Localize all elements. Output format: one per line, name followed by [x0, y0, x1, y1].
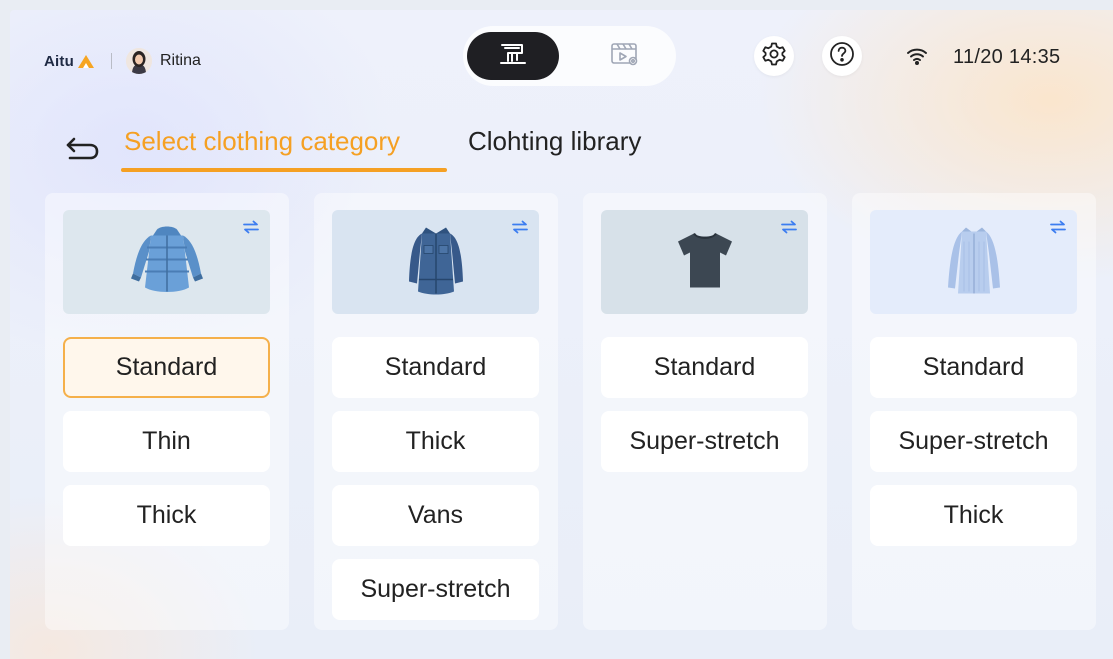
category-card: Standard Thick Vans Super-stretch	[314, 193, 558, 630]
option-standard[interactable]: Standard	[332, 337, 539, 398]
app-screen: Aitu Ritina 11/20 14:35 Select clothing …	[10, 10, 1113, 659]
settings-button[interactable]	[754, 36, 794, 76]
t-shirt-image	[670, 228, 740, 297]
help-button[interactable]	[822, 36, 862, 76]
category-card: Standard Super-stretch Thick	[852, 193, 1096, 630]
option-thick[interactable]: Thick	[870, 485, 1077, 546]
tab-clothing-library[interactable]: Clohting library	[468, 126, 641, 157]
active-tab-indicator	[121, 168, 447, 172]
shirt-image	[942, 222, 1006, 303]
swap-icon[interactable]	[780, 220, 798, 234]
option-standard[interactable]: Standard	[870, 337, 1077, 398]
tab-select-clothing-category[interactable]: Select clothing category	[124, 126, 400, 157]
swap-icon[interactable]	[1049, 220, 1067, 234]
denim-jacket-image	[404, 222, 468, 303]
garment-thumbnail[interactable]	[870, 210, 1077, 314]
back-arrow-icon	[62, 137, 102, 168]
option-super-stretch[interactable]: Super-stretch	[601, 411, 808, 472]
avatar[interactable]	[125, 48, 152, 74]
option-super-stretch[interactable]: Super-stretch	[332, 559, 539, 620]
username: Ritina	[159, 52, 201, 69]
brand-logo-text: Aitu	[44, 52, 74, 70]
wifi-icon	[906, 47, 928, 65]
option-standard[interactable]: Standard	[601, 337, 808, 398]
help-icon	[829, 41, 855, 72]
puffer-jacket-image	[127, 222, 207, 303]
back-button[interactable]	[62, 132, 102, 164]
sewing-machine-icon	[499, 41, 527, 72]
garment-thumbnail[interactable]	[332, 210, 539, 314]
divider	[110, 53, 112, 69]
brand-logo-icon	[75, 53, 97, 69]
swap-icon[interactable]	[242, 220, 260, 234]
video-preview-icon	[609, 41, 641, 72]
garment-thumbnail[interactable]	[63, 210, 270, 314]
option-super-stretch[interactable]: Super-stretch	[870, 411, 1077, 472]
sewing-mode-button[interactable]	[467, 32, 559, 80]
option-vans[interactable]: Vans	[332, 485, 539, 546]
video-preview-mode-button[interactable]	[579, 32, 671, 80]
garment-thumbnail[interactable]	[601, 210, 808, 314]
option-thick[interactable]: Thick	[332, 411, 539, 472]
option-thin[interactable]: Thin	[63, 411, 270, 472]
category-card: Standard Thin Thick	[45, 193, 289, 630]
settings-gear-icon	[761, 41, 787, 72]
category-card: Standard Super-stretch	[583, 193, 827, 630]
swap-icon[interactable]	[511, 220, 529, 234]
option-thick[interactable]: Thick	[63, 485, 270, 546]
brand-user-area: Aitu Ritina	[44, 48, 201, 74]
status-clock: 11/20 14:35	[953, 46, 1061, 68]
mode-toggle	[463, 26, 676, 86]
option-standard[interactable]: Standard	[63, 337, 270, 398]
